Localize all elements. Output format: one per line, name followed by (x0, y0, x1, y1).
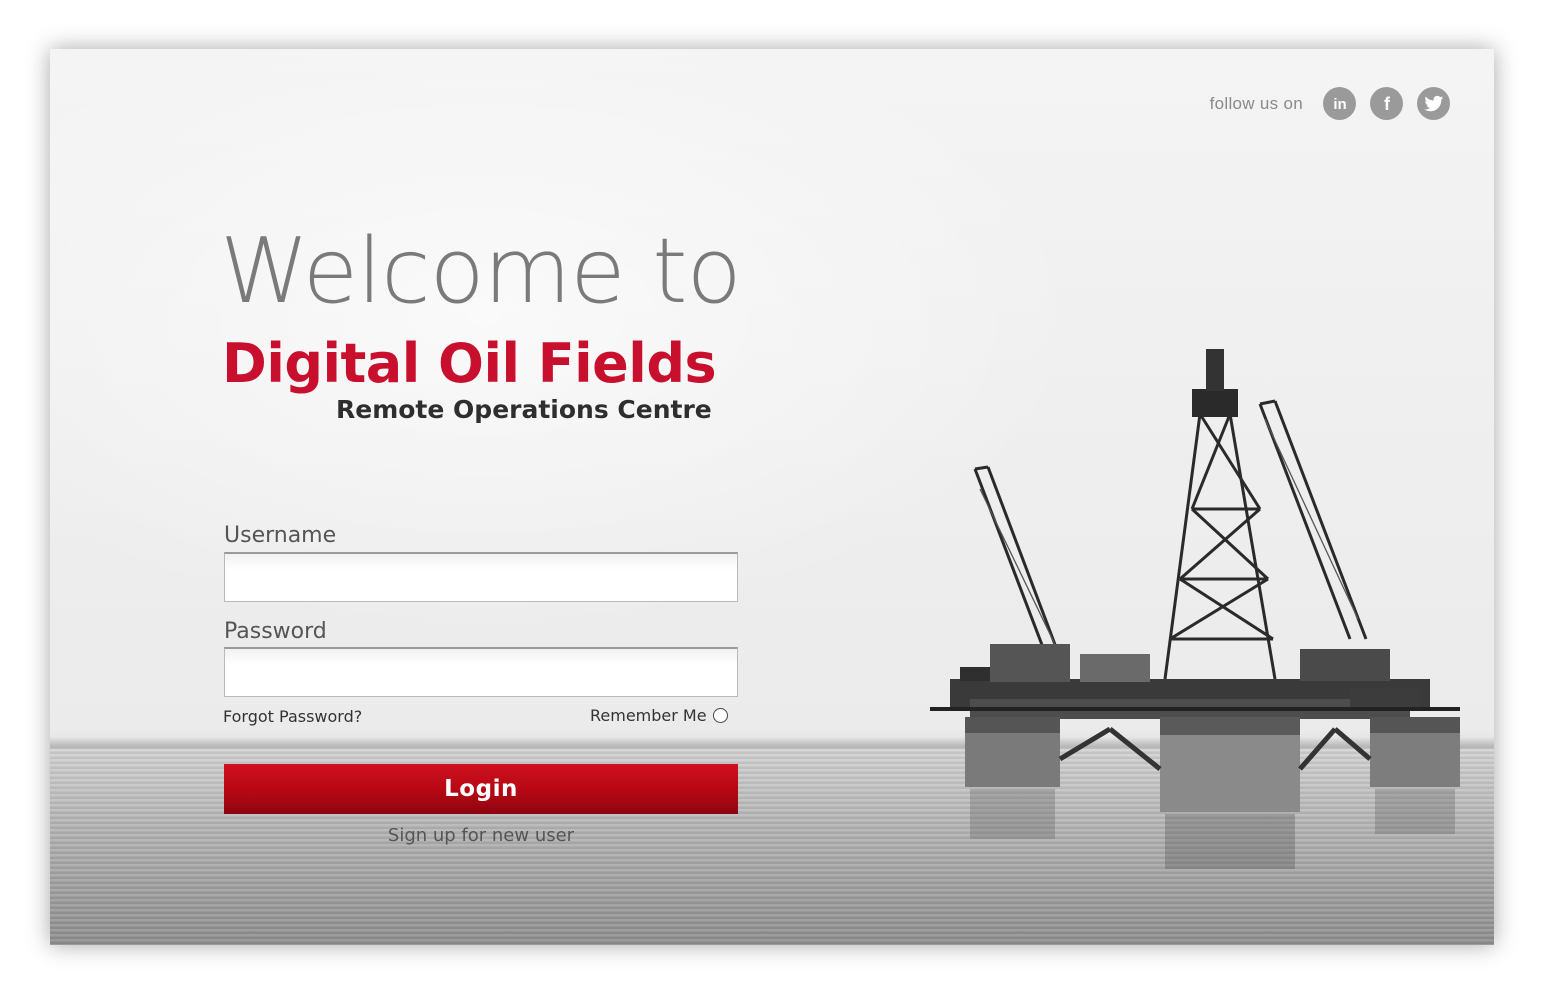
password-input[interactable] (224, 647, 738, 697)
welcome-heading: Welcome to (220, 219, 742, 324)
svg-text:f: f (1384, 94, 1391, 114)
linkedin-icon: in (1330, 94, 1350, 114)
brand-subtitle: Remote Operations Centre (336, 395, 712, 424)
forgot-password-link[interactable]: Forgot Password? (223, 707, 362, 726)
remember-me: Remember Me (590, 706, 728, 725)
login-button[interactable]: Login (224, 764, 738, 814)
password-label: Password (224, 619, 327, 644)
facebook-button[interactable]: f (1370, 87, 1403, 120)
social-links: follow us on in f (1210, 87, 1450, 120)
signup-link[interactable]: Sign up for new user (224, 825, 738, 846)
username-label: Username (224, 523, 337, 548)
brand-title: Digital Oil Fields (222, 332, 717, 395)
remember-me-radio[interactable] (712, 708, 728, 723)
follow-us-label: follow us on (1209, 93, 1303, 113)
login-screen: follow us on in f Welcome to Digital Oil… (50, 49, 1494, 945)
oil-rig-image (930, 349, 1460, 869)
twitter-button[interactable] (1417, 87, 1450, 120)
remember-me-label: Remember Me (590, 706, 707, 725)
username-input[interactable] (224, 552, 738, 602)
facebook-icon: f (1377, 94, 1397, 114)
svg-text:in: in (1333, 96, 1346, 113)
twitter-icon (1423, 95, 1444, 113)
linkedin-button[interactable]: in (1323, 87, 1356, 120)
